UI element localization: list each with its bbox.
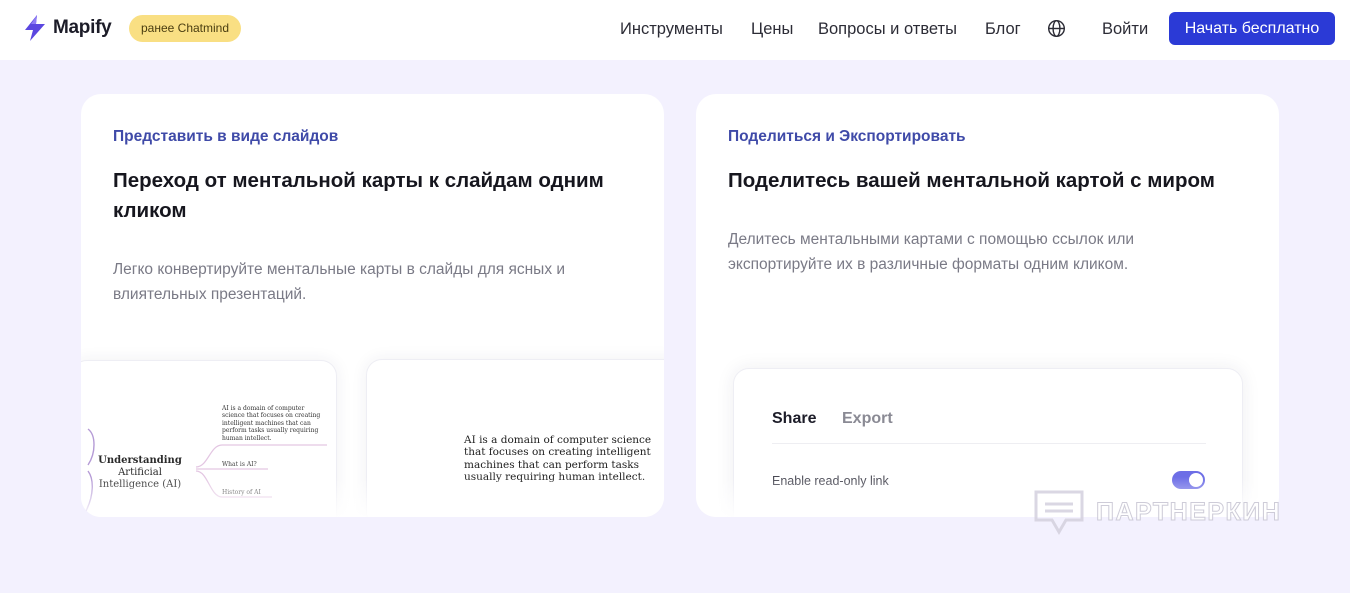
slides-eyebrow: Представить в виде слайдов (113, 128, 339, 145)
mindmap-node-definition: AI is a domain of computer science that … (222, 405, 321, 442)
share-description: Делитесь ментальными картами с помощью с… (728, 231, 1135, 273)
share-title: Поделитесь вашей ментальной картой с мир… (728, 169, 1215, 192)
watermark-text: ПАРТНЕРКИН (1095, 497, 1282, 526)
mindmap-root-node: Understanding Artificial Intelligence (A… (88, 455, 192, 491)
mindmap-node-history: History of AI (222, 489, 261, 496)
mapify-logo-icon (25, 15, 45, 41)
top-header: Mapify ранее Chatmind Инструменты Цены В… (0, 0, 1350, 60)
mindmap-node-what-is-ai: What is AI? (222, 461, 257, 468)
nav-faq[interactable]: Вопросы и ответы (818, 18, 957, 40)
tabs-divider (772, 443, 1206, 444)
logo-text: Mapify (53, 17, 112, 38)
slides-description: Легко конвертируйте ментальные карты в с… (113, 261, 566, 303)
tab-share[interactable]: Share (772, 410, 816, 428)
logo[interactable]: Mapify (22, 14, 112, 42)
mindmap-root-line3: Intelligence (AI) (98, 479, 182, 490)
nav-blog[interactable]: Блог (985, 18, 1021, 40)
slide-preview: AI is a domain of computer science that … (366, 359, 664, 517)
start-free-button[interactable]: Начать бесплатно (1169, 12, 1335, 45)
nav-prices[interactable]: Цены (751, 18, 793, 40)
read-only-link-label: Enable read-only link (772, 474, 889, 488)
watermark-logo-icon (1034, 490, 1084, 535)
watermark: ПАРТНЕРКИН (1032, 484, 1281, 540)
formerly-badge: ранее Chatmind (129, 15, 242, 42)
slides-title: Переход от ментальной карты к слайдам од… (113, 169, 604, 222)
share-feature-card: Поделиться и Экспортировать Поделитесь в… (696, 94, 1279, 517)
slides-feature-card: Представить в виде слайдов Переход от ме… (81, 94, 664, 517)
slide-text: AI is a domain of computer science that … (464, 434, 652, 484)
login-link[interactable]: Войти (1102, 18, 1148, 40)
nav-tools[interactable]: Инструменты (620, 18, 723, 40)
mindmap-root-line1: Understanding (98, 455, 182, 466)
globe-icon[interactable] (1047, 19, 1066, 38)
tab-export[interactable]: Export (842, 410, 893, 428)
mindmap-root-line2: Artificial (118, 467, 162, 478)
share-eyebrow: Поделиться и Экспортировать (728, 128, 966, 145)
mindmap-preview: Understanding Artificial Intelligence (A… (81, 360, 337, 517)
